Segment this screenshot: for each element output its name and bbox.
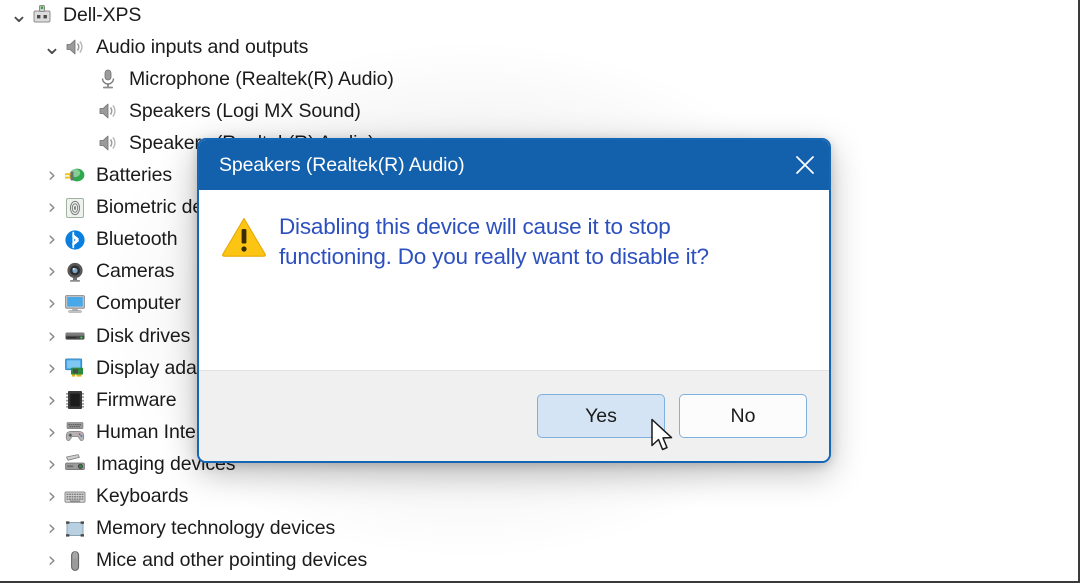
camera-icon — [63, 260, 89, 284]
dialog-body: Disabling this device will cause it to s… — [199, 190, 829, 370]
tree-item[interactable]: Microphone (Realtek(R) Audio) — [74, 64, 394, 94]
firmware-chip-icon — [63, 388, 89, 412]
tree-item-label: Cameras — [96, 260, 175, 283]
tree-item-label: Speakers (Logi MX Sound) — [129, 99, 361, 122]
tree-item[interactable]: › Memory technology devices — [41, 514, 336, 544]
chevron-right-icon[interactable]: › — [41, 165, 63, 186]
chevron-right-icon[interactable]: › — [41, 261, 63, 282]
chevron-down-icon[interactable]: ⌄ — [8, 4, 30, 26]
mouse-icon — [63, 549, 89, 573]
disk-drive-icon — [63, 324, 89, 348]
chevron-right-icon[interactable]: › — [41, 421, 63, 443]
tree-item[interactable]: ⌄ Audio inputs and outputs — [41, 32, 309, 62]
chevron-right-icon[interactable]: › — [41, 518, 63, 539]
fingerprint-icon — [63, 196, 89, 220]
computer-chassis-icon — [30, 3, 56, 27]
scanner-icon — [63, 452, 89, 476]
tree-item-label: Computer — [96, 292, 181, 315]
memory-card-icon — [63, 517, 89, 541]
tree-item[interactable]: › Bluetooth — [41, 225, 178, 255]
tree-item-label: Batteries — [96, 164, 173, 186]
dialog-title: Speakers (Realtek(R) Audio) — [219, 153, 465, 176]
tree-item-label: Mice and other pointing devices — [96, 549, 368, 572]
speaker-icon — [96, 131, 122, 155]
tree-item-label: Audio inputs and outputs — [96, 35, 309, 58]
bluetooth-icon — [63, 228, 89, 252]
tree-item[interactable]: › Mice and other pointing devices — [41, 546, 367, 576]
tree-item-label: Memory technology devices — [96, 517, 336, 540]
chevron-right-icon[interactable]: › — [41, 486, 63, 507]
keyboard-icon — [63, 485, 89, 509]
tree-item[interactable]: › Disk drives — [41, 321, 191, 351]
chevron-right-icon[interactable]: › — [41, 197, 63, 218]
speaker-icon — [96, 99, 122, 123]
yes-button[interactable]: Yes — [537, 394, 665, 438]
dialog-footer: Yes No — [199, 370, 829, 461]
chevron-right-icon[interactable]: › — [41, 550, 63, 571]
chevron-right-icon[interactable]: › — [41, 325, 63, 347]
tree-item-label: Disk drives — [96, 324, 191, 347]
tree-item-label: Microphone (Realtek(R) Audio) — [129, 67, 394, 90]
tree-item-label: Dell-XPS — [63, 3, 142, 26]
tree-item[interactable]: › Keyboards — [41, 482, 189, 512]
warning-triangle-icon — [221, 212, 273, 360]
speaker-icon — [63, 35, 89, 59]
microphone-icon — [96, 67, 122, 91]
no-button[interactable]: No — [679, 394, 807, 438]
tree-item[interactable]: › Cameras — [41, 257, 175, 287]
chevron-right-icon[interactable]: › — [41, 357, 63, 379]
chevron-right-icon[interactable]: › — [41, 453, 63, 475]
tree-item[interactable]: Speakers (Logi MX Sound) — [74, 96, 361, 126]
dialog-titlebar: Speakers (Realtek(R) Audio) — [199, 140, 829, 190]
tree-item[interactable]: › Batteries — [41, 161, 172, 191]
tree-item-label: Bluetooth — [96, 228, 178, 251]
monitor-icon — [63, 292, 89, 316]
confirm-disable-dialog: Speakers (Realtek(R) Audio) Disabling th… — [197, 138, 831, 463]
dialog-message: Disabling this device will cause it to s… — [279, 214, 709, 269]
close-icon[interactable] — [781, 140, 829, 190]
chevron-right-icon[interactable]: › — [41, 229, 63, 250]
tree-item[interactable]: › Computer — [41, 289, 181, 319]
chevron-right-icon[interactable]: › — [41, 293, 63, 314]
display-adapter-icon — [63, 356, 89, 380]
chevron-down-icon[interactable]: ⌄ — [41, 36, 63, 58]
device-manager-screen: ⌄ Dell-XPS ⌄ Audio inputs and outputs Microp… — [0, 0, 1080, 583]
tree-item-label: Keyboards — [96, 485, 189, 507]
tree-item[interactable]: › Firmware — [41, 385, 177, 415]
tree-item[interactable]: ⌄ Dell-XPS — [8, 0, 142, 30]
gamepad-icon — [63, 420, 89, 444]
tree-item-label: Firmware — [96, 388, 177, 411]
battery-icon — [63, 164, 89, 188]
chevron-right-icon[interactable]: › — [41, 389, 63, 411]
